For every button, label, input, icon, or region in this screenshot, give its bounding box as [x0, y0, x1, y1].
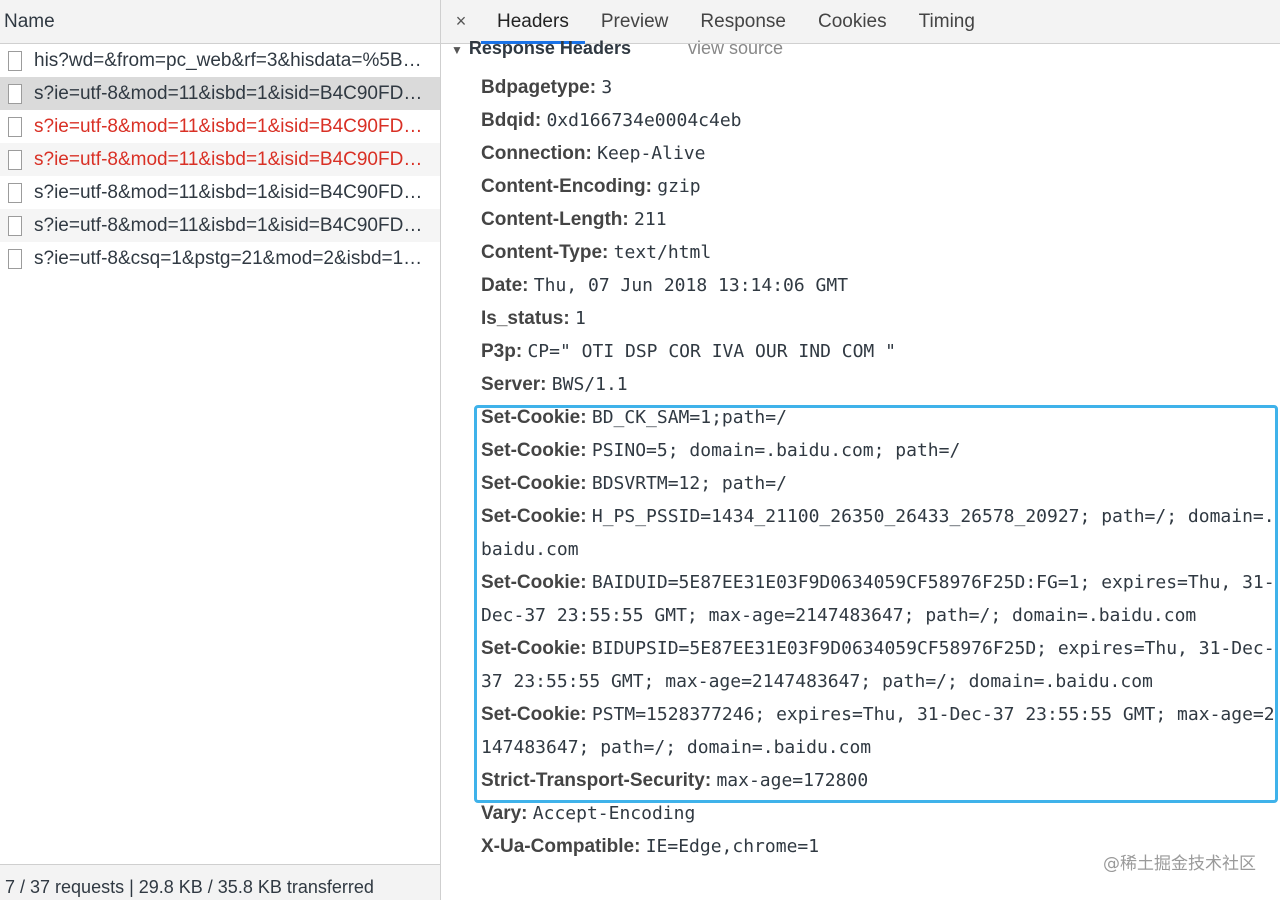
request-row[interactable]: s?ie=utf-8&mod=11&isbd=1&isid=B4C90FD…	[0, 143, 440, 176]
header-value: H_PS_PSSID=1434_21100_26350_26433_26578_…	[481, 506, 1275, 560]
request-row[interactable]: s?ie=utf-8&mod=11&isbd=1&isid=B4C90FD…	[0, 77, 440, 110]
document-icon	[8, 215, 22, 236]
header-row: Set-Cookie: H_PS_PSSID=1434_21100_26350_…	[481, 500, 1277, 566]
devtools-network-panel: Name his?wd=&from=pc_web&rf=3&hisdata=%5…	[0, 0, 1280, 900]
header-row: Bdqid: 0xd166734e0004c4eb	[481, 104, 1277, 137]
request-name: s?ie=utf-8&mod=11&isbd=1&isid=B4C90FD…	[34, 148, 423, 170]
header-row: Set-Cookie: BIDUPSID=5E87EE31E03F9D06340…	[481, 632, 1277, 698]
header-name: Set-Cookie:	[481, 407, 587, 428]
request-list: his?wd=&from=pc_web&rf=3&hisdata=%5B… s?i…	[0, 44, 440, 275]
request-name: s?ie=utf-8&mod=11&isbd=1&isid=B4C90FD…	[34, 82, 423, 104]
header-row: Set-Cookie: PSINO=5; domain=.baidu.com; …	[481, 434, 1277, 467]
header-name: Set-Cookie:	[481, 572, 587, 593]
tab-cookies[interactable]: Cookies	[802, 0, 903, 44]
header-row: Server: BWS/1.1	[481, 368, 1277, 401]
document-icon	[8, 149, 22, 170]
document-icon	[8, 83, 22, 104]
tab-response[interactable]: Response	[684, 0, 802, 44]
header-value: Thu, 07 Jun 2018 13:14:06 GMT	[533, 275, 849, 296]
header-row: P3p: CP=" OTI DSP COR IVA OUR IND COM "	[481, 335, 1277, 368]
header-value: text/html	[613, 242, 712, 263]
request-details-pane: × Headers Preview Response Cookies Timin…	[441, 0, 1280, 900]
header-row: Set-Cookie: BD_CK_SAM=1;path=/	[481, 401, 1277, 434]
request-row[interactable]: s?ie=utf-8&csq=1&pstg=21&mod=2&isbd=1…	[0, 242, 440, 275]
header-row: Content-Type: text/html	[481, 236, 1277, 269]
header-row: Connection: Keep-Alive	[481, 137, 1277, 170]
request-list-pane: Name his?wd=&from=pc_web&rf=3&hisdata=%5…	[0, 0, 441, 900]
request-name: s?ie=utf-8&csq=1&pstg=21&mod=2&isbd=1…	[34, 247, 423, 269]
request-name: s?ie=utf-8&mod=11&isbd=1&isid=B4C90FD…	[34, 214, 423, 236]
status-bar: 7 / 37 requests | 29.8 KB / 35.8 KB tran…	[0, 864, 440, 900]
request-row[interactable]: s?ie=utf-8&mod=11&isbd=1&isid=B4C90FD…	[0, 209, 440, 242]
request-row[interactable]: his?wd=&from=pc_web&rf=3&hisdata=%5B…	[0, 44, 440, 77]
document-icon	[8, 50, 22, 71]
close-icon[interactable]: ×	[441, 11, 481, 32]
header-name: Strict-Transport-Security:	[481, 770, 712, 791]
tab-preview[interactable]: Preview	[585, 0, 685, 44]
header-value: CP=" OTI DSP COR IVA OUR IND COM "	[527, 341, 896, 362]
request-name: s?ie=utf-8&mod=11&isbd=1&isid=B4C90FD…	[34, 181, 423, 203]
header-name: Set-Cookie:	[481, 473, 587, 494]
request-name: s?ie=utf-8&mod=11&isbd=1&isid=B4C90FD…	[34, 115, 423, 137]
header-value: BD_CK_SAM=1;path=/	[591, 407, 787, 428]
header-value: BIDUPSID=5E87EE31E03F9D0634059CF58976F25…	[481, 638, 1275, 692]
request-row[interactable]: s?ie=utf-8&mod=11&isbd=1&isid=B4C90FD…	[0, 176, 440, 209]
header-row: Content-Length: 211	[481, 203, 1277, 236]
header-name: Is_status:	[481, 308, 570, 329]
header-name: Content-Encoding:	[481, 176, 652, 197]
watermark: @稀土掘金技术社区	[1103, 854, 1256, 874]
header-value: gzip	[657, 176, 701, 197]
header-row: Set-Cookie: PSTM=1528377246; expires=Thu…	[481, 698, 1277, 764]
tab-headers[interactable]: Headers	[481, 0, 585, 44]
header-value: 0xd166734e0004c4eb	[546, 110, 742, 131]
header-name: P3p:	[481, 341, 523, 362]
header-row: Set-Cookie: BDSVRTM=12; path=/	[481, 467, 1277, 500]
header-row: Strict-Transport-Security: max-age=17280…	[481, 764, 1277, 797]
header-name: X-Ua-Compatible:	[481, 836, 641, 857]
view-source-link[interactable]: view source	[688, 38, 783, 59]
document-icon	[8, 116, 22, 137]
header-name: Server:	[481, 374, 547, 395]
header-name: Content-Length:	[481, 209, 629, 230]
header-value: BAIDUID=5E87EE31E03F9D0634059CF58976F25D…	[481, 572, 1275, 626]
header-value: Keep-Alive	[597, 143, 706, 164]
header-name: Vary:	[481, 803, 528, 824]
header-name: Set-Cookie:	[481, 506, 587, 527]
request-name: his?wd=&from=pc_web&rf=3&hisdata=%5B…	[34, 49, 422, 71]
header-name: Set-Cookie:	[481, 704, 587, 725]
header-value: IE=Edge,chrome=1	[645, 836, 820, 857]
header-value: PSTM=1528377246; expires=Thu, 31-Dec-37 …	[481, 704, 1275, 758]
header-name: Bdqid:	[481, 110, 542, 131]
header-value: max-age=172800	[716, 770, 869, 791]
header-name: Set-Cookie:	[481, 638, 587, 659]
response-headers-list: Bdpagetype: 3 Bdqid: 0xd166734e0004c4eb Co…	[481, 71, 1277, 863]
header-row: Set-Cookie: BAIDUID=5E87EE31E03F9D063405…	[481, 566, 1277, 632]
header-row: Vary: Accept-Encoding	[481, 797, 1277, 830]
header-value: PSINO=5; domain=.baidu.com; path=/	[591, 440, 961, 461]
header-name: Date:	[481, 275, 529, 296]
header-value: BDSVRTM=12; path=/	[591, 473, 787, 494]
tab-timing[interactable]: Timing	[903, 0, 991, 44]
header-value: 3	[601, 77, 613, 98]
header-value: 1	[574, 308, 586, 329]
request-row[interactable]: s?ie=utf-8&mod=11&isbd=1&isid=B4C90FD…	[0, 110, 440, 143]
name-column-header[interactable]: Name	[0, 0, 440, 44]
document-icon	[8, 248, 22, 269]
header-name: Set-Cookie:	[481, 440, 587, 461]
header-value: Accept-Encoding	[532, 803, 696, 824]
header-name: Connection:	[481, 143, 592, 164]
header-row: Bdpagetype: 3	[481, 71, 1277, 104]
header-value: BWS/1.1	[551, 374, 628, 395]
section-title: Response Headers	[468, 38, 631, 58]
header-row: Content-Encoding: gzip	[481, 170, 1277, 203]
triangle-down-icon: ▼	[451, 43, 463, 57]
header-row: Date: Thu, 07 Jun 2018 13:14:06 GMT	[481, 269, 1277, 302]
header-name: Content-Type:	[481, 242, 609, 263]
header-row: Is_status: 1	[481, 302, 1277, 335]
response-headers-toggle[interactable]: ▼ Response Headers	[451, 38, 631, 59]
header-name: Bdpagetype:	[481, 77, 597, 98]
document-icon	[8, 182, 22, 203]
header-value: 211	[634, 209, 667, 230]
